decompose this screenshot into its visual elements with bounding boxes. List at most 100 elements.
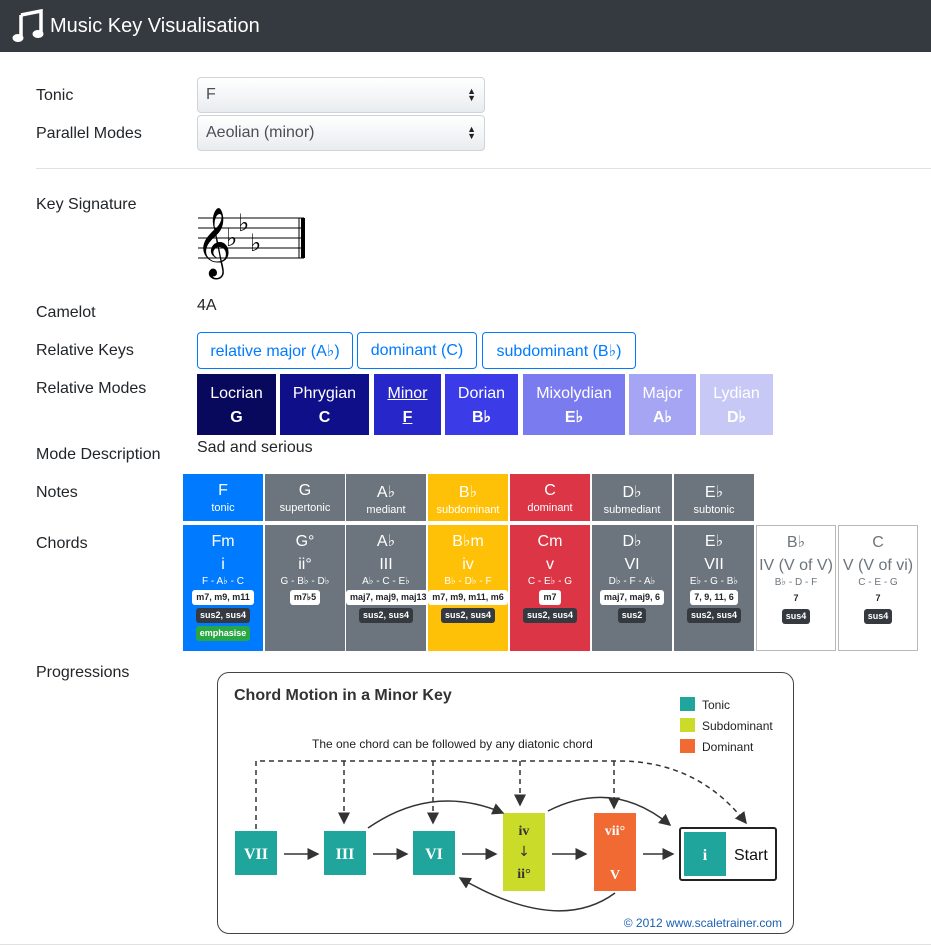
chord-motion-diagram: Chord Motion in a Minor Key Tonic Subdom… — [217, 672, 794, 934]
chord-card[interactable]: B♭ IV (V of V) B♭ - D - F 7 sus4 — [756, 525, 836, 651]
mode-minor[interactable]: Minor F — [374, 374, 441, 435]
chord-tag-badge: emphasise — [195, 626, 251, 641]
node-ii-label: ii° — [517, 867, 530, 882]
dashed-path — [255, 760, 747, 829]
relative-keys-label: Relative Keys — [36, 342, 134, 359]
subdominant-button[interactable]: subdominant (B♭) — [482, 332, 636, 369]
tonic-select-value: F — [206, 86, 216, 103]
note-degree: dominant — [527, 502, 573, 514]
legend-swatch-dominant — [680, 739, 695, 753]
mode-major[interactable]: Major A♭ — [629, 374, 696, 435]
chord-card[interactable]: Cm v C - E♭ - G m7 sus2, sus4 — [510, 525, 590, 651]
chord-numeral: VI — [624, 556, 640, 573]
navbar-brand[interactable]: Music Key Visualisation — [12, 9, 260, 43]
node-i-label: i — [703, 847, 708, 864]
chord-sus-badge: sus2 — [617, 608, 647, 623]
chord-name: B♭ — [786, 534, 806, 551]
legend-swatch-subdominant — [680, 718, 695, 732]
mode-description-label: Mode Description — [36, 446, 161, 463]
node-vii-label: VII — [244, 846, 268, 863]
chord-extensions-badge: 7 — [789, 591, 803, 606]
chord-extensions-badge: 7, 9, 11, 6 — [690, 590, 738, 605]
chord-tones: B♭ - D - F — [774, 577, 818, 588]
chord-name: D♭ — [622, 533, 642, 550]
arrow-curve — [367, 800, 505, 829]
note-name: A♭ — [376, 484, 396, 501]
node-vi-label: VI — [425, 846, 443, 863]
chord-tones: F - A♭ - C — [202, 576, 244, 587]
chord-tones: D♭ - F - A♭ — [608, 576, 656, 587]
legend-tonic: Tonic — [702, 698, 730, 712]
chord-tones: E♭ - G - B♭ — [689, 576, 739, 587]
mode-key: E♭ — [564, 409, 584, 426]
mode-name: Mixolydian — [536, 385, 612, 402]
parallel-modes-select-value: Aeolian (minor) — [206, 124, 315, 141]
note-cell[interactable]: Cdominant — [510, 474, 590, 521]
camelot-label: Camelot — [36, 304, 96, 321]
chord-numeral: v — [546, 556, 554, 573]
chord-tones: G - B♭ - D♭ — [280, 576, 330, 587]
mode-name: Locrian — [210, 385, 263, 402]
svg-text:♭: ♭ — [226, 224, 237, 252]
parallel-modes-label: Parallel Modes — [36, 125, 142, 142]
note-name: C — [544, 482, 556, 499]
chord-card[interactable]: D♭ VI D♭ - F - A♭ maj7, maj9, 6 sus2 — [592, 525, 672, 651]
legend-swatch-tonic — [680, 697, 695, 711]
chord-name: Fm — [211, 533, 235, 550]
chord-card[interactable]: A♭ III A♭ - C - E♭ maj7, maj9, maj13 sus2, s… — [346, 525, 426, 651]
chord-extensions-badge: maj7, maj9, maj13 — [346, 590, 426, 605]
chord-name: B♭m — [452, 533, 484, 550]
key-signature-staff: 𝄞 ♭ ♭ ♭ — [196, 207, 305, 279]
select-arrows-icon: ▲ ▼ — [467, 86, 476, 103]
mode-key: G — [230, 409, 243, 426]
mode-key: D♭ — [726, 409, 747, 426]
diagram-caption: The one chord can be followed by any dia… — [312, 737, 593, 751]
parallel-modes-select[interactable]: Aeolian (minor) ▲ ▼ — [197, 115, 485, 151]
chord-extensions-badge: m7, m9, m11 — [192, 590, 254, 605]
tonic-label: Tonic — [36, 87, 74, 104]
note-name: F — [218, 482, 228, 499]
chord-name: G° — [295, 533, 315, 550]
chord-numeral: iv — [462, 556, 474, 573]
mode-mixolydian[interactable]: Mixolydian E♭ — [523, 374, 625, 435]
chord-tones: C - E♭ - G — [527, 576, 573, 587]
note-cell[interactable]: E♭ subtonic — [674, 474, 754, 521]
chord-card[interactable]: B♭m iv B♭ - D♭ - F m7, m9, m11, m6 sus2, sus… — [428, 525, 508, 651]
chord-tones: A♭ - C - E♭ — [362, 576, 410, 587]
mode-description-value: Sad and serious — [197, 439, 313, 456]
note-cell[interactable]: Gsupertonic — [265, 474, 345, 521]
mode-lydian[interactable]: Lydian D♭ — [700, 374, 773, 435]
mode-locrian[interactable]: Locrian G — [197, 374, 276, 435]
note-cell[interactable]: Ftonic — [183, 474, 263, 521]
relative-major-button[interactable]: relative major (A♭) — [197, 332, 353, 369]
note-cell[interactable]: D♭ submediant — [592, 474, 672, 521]
down-arrow-icon: ↓ — [518, 844, 530, 860]
footer-divider — [0, 944, 931, 945]
chord-card[interactable]: C V (V of vi) C - E - G 7 sus4 — [838, 525, 918, 651]
mode-key: A♭ — [652, 409, 673, 426]
mode-dorian[interactable]: Dorian B♭ — [445, 374, 518, 435]
chord-numeral: IV (V of V) — [759, 557, 833, 574]
tonic-select[interactable]: F ▲ ▼ — [197, 77, 485, 113]
note-cell[interactable]: B♭ subdominant — [428, 474, 508, 521]
diagram-title: Chord Motion in a Minor Key — [234, 687, 452, 704]
navbar: Music Key Visualisation — [0, 0, 931, 52]
note-degree: tonic — [211, 502, 235, 514]
chord-numeral: III — [379, 556, 393, 573]
dominant-button[interactable]: dominant (C) — [357, 332, 477, 369]
chord-numeral: ii° — [298, 556, 312, 573]
note-name: B♭ — [458, 484, 478, 501]
music-note-icon — [12, 9, 44, 42]
chord-card[interactable]: Fm i F - A♭ - C m7, m9, m11 sus2, sus4 emphas… — [183, 525, 263, 651]
chord-card[interactable]: G° ii° G - B♭ - D♭ m7♭5 — [265, 525, 345, 651]
note-cell[interactable]: A♭ mediant — [346, 474, 426, 521]
chord-extensions-badge: maj7, maj9, 6 — [599, 590, 665, 605]
note-degree: subtonic — [693, 504, 735, 516]
chord-name: Cm — [537, 533, 563, 550]
chord-extensions-badge: 7 — [871, 591, 885, 606]
node-iv-label: iv — [519, 824, 530, 839]
chord-card[interactable]: E♭ VII E♭ - G - B♭ 7, 9, 11, 6 sus2, sus4 — [674, 525, 754, 651]
mode-name: Major — [642, 385, 683, 402]
node-start-label: Start — [734, 847, 768, 864]
mode-phrygian[interactable]: Phrygian C — [280, 374, 369, 435]
